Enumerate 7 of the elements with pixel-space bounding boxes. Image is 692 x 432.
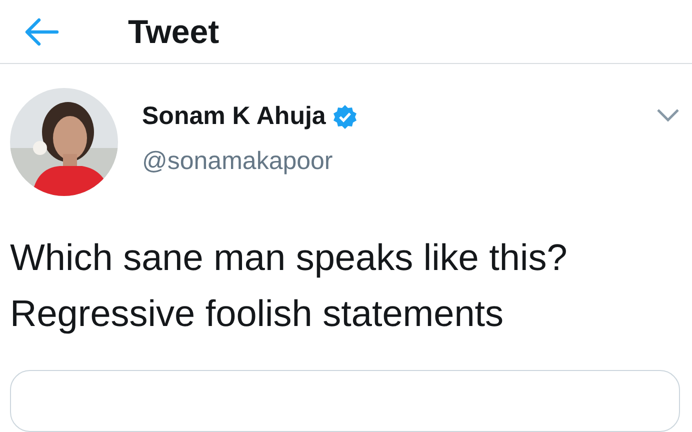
tweet-text: Which sane man speaks like this? Regressive foolish statements (10, 236, 568, 336)
more-options-button[interactable] (656, 108, 680, 122)
back-arrow-icon (25, 18, 59, 46)
author-handle: @sonamakapoor (142, 147, 334, 176)
chevron-down-icon (656, 108, 680, 122)
page-title: Tweet (128, 12, 220, 50)
author-name: Sonam K Ahuja (142, 102, 326, 131)
